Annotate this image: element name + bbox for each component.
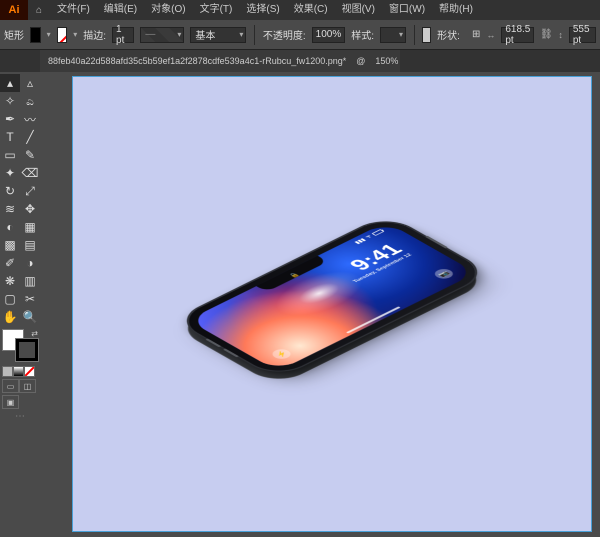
color-mode-gradient[interactable]	[13, 366, 24, 377]
control-bar: 矩形 ▾ ▾ 描边: 1 pt — 基本 不透明度: 100% 样式: 形状: …	[0, 20, 600, 50]
selection-tool[interactable]: ▴	[0, 74, 20, 92]
workspace: ▴▵ ✧ಎ ✒〰 T╱ ▭✎ ✦⌫ ↻⤢ ≋✥ ◐▦ ▩▤ ✐◑ ❋▥ ▢✂ ✋…	[0, 72, 600, 537]
rotate-tool[interactable]: ↻	[0, 182, 20, 200]
artboard-tool[interactable]: ▢	[0, 290, 20, 308]
pen-tool[interactable]: ✒	[0, 110, 20, 128]
stroke-label: 描边:	[83, 27, 106, 42]
opacity-label: 不透明度:	[263, 27, 306, 42]
zoom-tool[interactable]: 🔍	[20, 308, 40, 326]
direct-selection-tool[interactable]: ▵	[20, 74, 40, 92]
blend-tool[interactable]: ◑	[20, 254, 40, 272]
shape-type-label: 矩形	[4, 27, 24, 42]
eraser-tool[interactable]: ⌫	[20, 164, 40, 182]
home-icon[interactable]: ⌂	[28, 5, 50, 16]
stroke-dropdown-icon[interactable]: ▾	[73, 30, 77, 39]
paintbrush-tool[interactable]: ✎	[20, 146, 40, 164]
hand-tool[interactable]: ✋	[0, 308, 20, 326]
slice-tool[interactable]: ✂	[20, 290, 40, 308]
menu-view[interactable]: 视图(V)	[335, 0, 382, 20]
eyedropper-tool[interactable]: ✐	[0, 254, 20, 272]
menu-edit[interactable]: 编辑(E)	[97, 0, 144, 20]
line-tool[interactable]: ╱	[20, 128, 40, 146]
curvature-tool[interactable]: 〰	[20, 110, 40, 128]
stroke-weight-input[interactable]: 1 pt	[112, 27, 134, 43]
menu-file[interactable]: 文件(F)	[50, 0, 97, 20]
type-tool[interactable]: T	[0, 128, 20, 146]
home-indicator	[346, 306, 401, 333]
mesh-tool[interactable]: ▩	[0, 236, 20, 254]
width-input[interactable]: 618.5 pt	[501, 27, 534, 43]
tab-filename: 88feb40a22d588afd35c5b59ef1a2f2878cdfe53…	[48, 56, 346, 66]
graphic-style[interactable]	[380, 27, 406, 43]
shaper-tool[interactable]: ✦	[0, 164, 20, 182]
document-tab[interactable]: 88feb40a22d588afd35c5b59ef1a2f2878cdfe53…	[40, 50, 400, 72]
width-tool[interactable]: ≋	[0, 200, 20, 218]
variable-width-profile[interactable]: —	[140, 27, 184, 43]
magic-wand-tool[interactable]: ✧	[0, 92, 20, 110]
draw-screen-modes: ▭ ◫	[2, 379, 38, 393]
menu-bar: Ai ⌂ 文件(F) 编辑(E) 对象(O) 文字(T) 选择(S) 效果(C)…	[0, 0, 600, 20]
transform-icon[interactable]: ⊞	[472, 29, 480, 40]
color-mode-none[interactable]	[24, 366, 35, 377]
menu-type[interactable]: 文字(T)	[193, 0, 240, 20]
menu-object[interactable]: 对象(O)	[144, 0, 192, 20]
free-transform-tool[interactable]: ✥	[20, 200, 40, 218]
iphone-mockup: ▮▮▮ ᯤ 🔒 9:41 Tuesday, September 12 ⚡ 📷	[175, 215, 489, 378]
wallpaper	[188, 222, 477, 371]
app-logo: Ai	[0, 0, 28, 20]
shape-builder-tool[interactable]: ◐	[0, 218, 20, 236]
tools-panel: ▴▵ ✧ಎ ✒〰 T╱ ▭✎ ✦⌫ ↻⤢ ≋✥ ◐▦ ▩▤ ✐◑ ❋▥ ▢✂ ✋…	[0, 72, 40, 537]
swap-fill-stroke-icon[interactable]: ⇄	[31, 329, 38, 338]
screen-modes: ▣	[2, 395, 38, 409]
draw-normal[interactable]: ▭	[2, 379, 19, 393]
phone-screen: ▮▮▮ ᯤ 🔒 9:41 Tuesday, September 12 ⚡ 📷	[188, 222, 477, 371]
tab-zoom: 150%	[375, 56, 398, 66]
menu-help[interactable]: 帮助(H)	[432, 0, 480, 20]
fill-dropdown-icon[interactable]: ▾	[47, 30, 51, 39]
link-icon[interactable]: ⛓	[540, 29, 552, 40]
stroke-color[interactable]	[16, 339, 38, 361]
fill-swatch[interactable]	[30, 27, 41, 43]
stroke-swatch[interactable]	[57, 27, 68, 43]
rectangle-tool[interactable]: ▭	[0, 146, 20, 164]
brush-definition[interactable]: 基本	[190, 27, 246, 43]
document-tabs: 88feb40a22d588afd35c5b59ef1a2f2878cdfe53…	[0, 50, 600, 72]
screen-mode[interactable]: ▣	[2, 395, 19, 409]
column-graph-tool[interactable]: ▥	[20, 272, 40, 290]
flashlight-icon: ⚡	[269, 347, 294, 360]
opacity-input[interactable]: 100%	[312, 27, 346, 43]
height-input[interactable]: 555 pt	[569, 27, 596, 43]
scale-tool[interactable]: ⤢	[20, 182, 40, 200]
style-label: 样式:	[351, 27, 374, 42]
menu-effect[interactable]: 效果(C)	[287, 0, 335, 20]
color-mode-solid[interactable]	[2, 366, 13, 377]
color-modes	[2, 366, 38, 377]
gradient-tool[interactable]: ▤	[20, 236, 40, 254]
shape-preview[interactable]	[422, 27, 431, 43]
menu-select[interactable]: 选择(S)	[239, 0, 286, 20]
draw-behind[interactable]: ◫	[19, 379, 36, 393]
menu-items: 文件(F) 编辑(E) 对象(O) 文字(T) 选择(S) 效果(C) 视图(V…	[50, 0, 480, 20]
panel-drag-icon[interactable]: ⋯	[0, 411, 40, 422]
lasso-tool[interactable]: ಎ	[20, 92, 40, 110]
artboard[interactable]: ▮▮▮ ᯤ 🔒 9:41 Tuesday, September 12 ⚡ 📷	[72, 76, 592, 532]
menu-window[interactable]: 窗口(W)	[382, 0, 432, 20]
symbol-sprayer-tool[interactable]: ❋	[0, 272, 20, 290]
perspective-tool[interactable]: ▦	[20, 218, 40, 236]
shape-label: 形状:	[437, 27, 460, 42]
canvas[interactable]: ▮▮▮ ᯤ 🔒 9:41 Tuesday, September 12 ⚡ 📷	[40, 72, 600, 537]
fill-stroke-control[interactable]: ⇄	[2, 329, 38, 361]
